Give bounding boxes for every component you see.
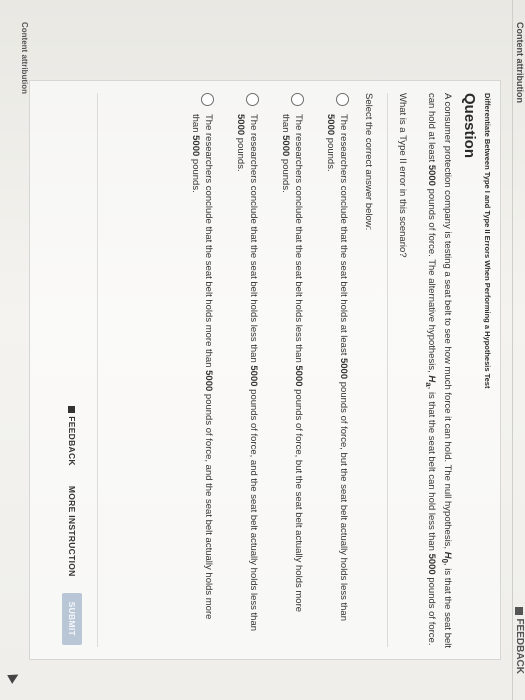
question-card: Differentiate Between Type I and Type II… [29, 80, 501, 660]
action-buttons: FEEDBACK MORE INSTRUCTION SUBMIT [62, 402, 82, 645]
flag-icon [68, 406, 76, 414]
question-divider [387, 93, 388, 647]
header-divider [512, 0, 513, 700]
answer-option-2[interactable]: The researchers conclude that the seat b… [279, 93, 305, 633]
answer-option-text: The researchers conclude that the seat b… [280, 114, 304, 613]
question-text: A consumer protection company is testing… [424, 93, 453, 649]
footer-divider [97, 93, 98, 647]
feedback-link-label: FEEDBACK [514, 618, 525, 674]
radio-button[interactable] [336, 93, 349, 106]
breadcrumb: Differentiate Between Type I and Type II… [483, 93, 492, 389]
feedback-link-top[interactable]: FEEDBACK [514, 607, 525, 674]
select-instruction: Select the correct answer below: [363, 93, 374, 231]
feedback-button[interactable]: FEEDBACK [64, 402, 80, 470]
more-instruction-button[interactable]: MORE INSTRUCTION [64, 482, 80, 581]
answer-option-text: The researchers conclude that the seat b… [325, 114, 349, 621]
question-heading: Question [461, 93, 478, 159]
submit-button[interactable]: SUBMIT [62, 592, 82, 645]
answer-option-4[interactable]: The researchers conclude that the seat b… [189, 93, 215, 633]
radio-button[interactable] [246, 93, 259, 106]
flag-icon [515, 607, 524, 616]
feedback-button-label: FEEDBACK [67, 416, 77, 466]
answer-option-text: The researchers conclude that the seat b… [190, 114, 214, 620]
question-prompt: What is a Type II error in this scenario… [397, 93, 408, 258]
answer-option-1[interactable]: The researchers conclude that the seat b… [324, 93, 350, 633]
mouse-cursor-icon [7, 670, 21, 684]
screen: Content attribution FEEDBACK Differentia… [0, 0, 525, 700]
answer-option-3[interactable]: The researchers conclude that the seat b… [234, 93, 260, 633]
radio-button[interactable] [201, 93, 214, 106]
content-attribution-link-bottom[interactable]: Content attribution [20, 22, 29, 94]
radio-button[interactable] [291, 93, 304, 106]
answer-option-text: The researchers conclude that the seat b… [235, 114, 259, 632]
content-attribution-link-top[interactable]: Content attribution [515, 22, 525, 103]
